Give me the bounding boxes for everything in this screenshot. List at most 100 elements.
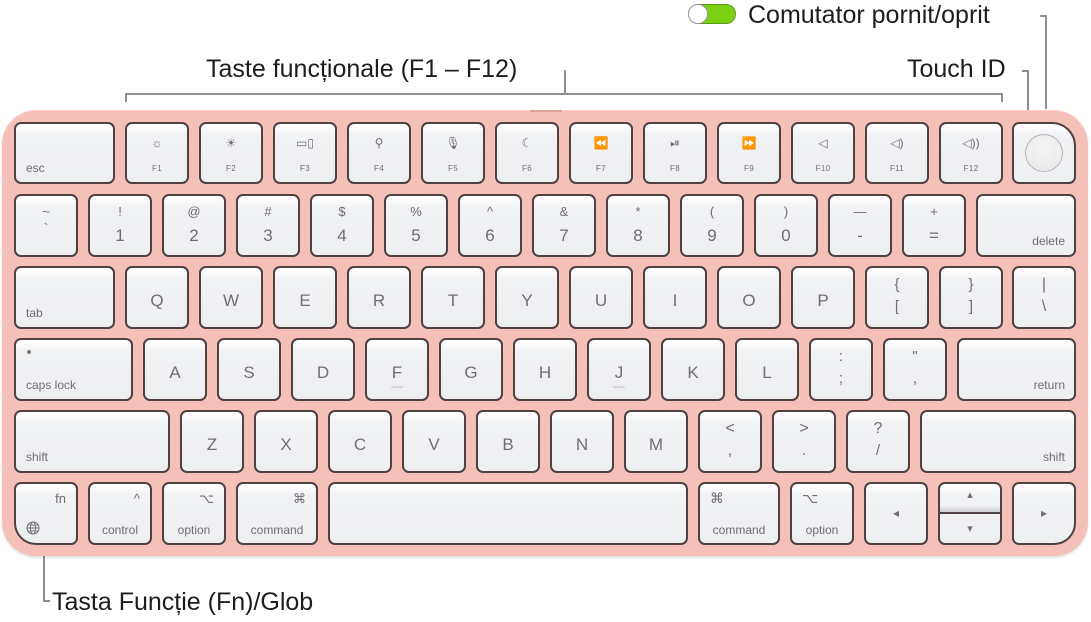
key-g[interactable]: G bbox=[439, 338, 503, 401]
key-equals[interactable]: + = bbox=[902, 194, 966, 257]
key-f5-label: F5 bbox=[448, 164, 458, 173]
arrow-up-icon[interactable]: ▴ bbox=[940, 488, 1000, 501]
key-digit-5[interactable]: % 5 bbox=[384, 194, 448, 257]
key-f8[interactable]: ⏯ F8 bbox=[643, 122, 707, 184]
key-touch-id[interactable] bbox=[1012, 122, 1076, 184]
key-shift-symbol: % bbox=[410, 204, 422, 219]
key-f5[interactable]: 🎙 F5 bbox=[421, 122, 485, 184]
key-arrow-up-down[interactable]: ▴ ▾ bbox=[938, 482, 1002, 545]
key-quote[interactable]: ", bbox=[883, 338, 947, 401]
key-digit-1[interactable]: ! 1 bbox=[88, 194, 152, 257]
key-slash[interactable]: ? / bbox=[846, 410, 910, 473]
key-m[interactable]: M bbox=[624, 410, 688, 473]
key-right-bracket[interactable]: }] bbox=[939, 266, 1003, 329]
volume-down-icon: ◁) bbox=[890, 136, 904, 150]
key-arrow-left[interactable]: ◂ bbox=[864, 482, 928, 545]
key-digit-2[interactable]: @2 bbox=[162, 194, 226, 257]
key-letter: R bbox=[372, 291, 386, 310]
key-shift-symbol: * bbox=[635, 204, 641, 219]
key-z[interactable]: Z bbox=[180, 410, 244, 473]
key-arrow-right[interactable]: ▸ bbox=[1012, 482, 1076, 545]
key-option-right[interactable]: ⌥ option bbox=[790, 482, 854, 545]
key-option-left[interactable]: ⌥ option bbox=[162, 482, 226, 545]
key-shift-left[interactable]: shift bbox=[14, 410, 170, 473]
key-return-label: return bbox=[1033, 378, 1065, 392]
key-period[interactable]: >. bbox=[772, 410, 836, 473]
key-digit-0[interactable]: ) 0 bbox=[754, 194, 818, 257]
key-control[interactable]: ^ control bbox=[88, 482, 152, 545]
key-digit-3[interactable]: #3 bbox=[236, 194, 300, 257]
arrow-down-icon[interactable]: ▾ bbox=[940, 522, 1000, 535]
key-j[interactable]: J bbox=[587, 338, 651, 401]
key-shift-right[interactable]: shift bbox=[920, 410, 1076, 473]
key-command-right[interactable]: ⌘ command bbox=[698, 482, 780, 545]
key-digit-4[interactable]: $4 bbox=[310, 194, 374, 257]
key-s[interactable]: S bbox=[217, 338, 281, 401]
key-digit-7[interactable]: & 7 bbox=[532, 194, 596, 257]
key-f1[interactable]: ☼ F1 bbox=[125, 122, 189, 184]
key-fn-globe[interactable]: fn bbox=[14, 482, 78, 545]
key-digit-6[interactable]: ^ 6 bbox=[458, 194, 522, 257]
key-comma[interactable]: <, bbox=[698, 410, 762, 473]
key-v[interactable]: V bbox=[402, 410, 466, 473]
key-l[interactable]: L bbox=[735, 338, 799, 401]
key-left-bracket[interactable]: {[ bbox=[865, 266, 929, 329]
key-f9[interactable]: ⏩ F9 bbox=[717, 122, 781, 184]
key-fn-label: fn bbox=[55, 491, 66, 506]
key-backslash[interactable]: | \ bbox=[1012, 266, 1076, 329]
key-semicolon[interactable]: :; bbox=[809, 338, 873, 401]
key-shift-symbol: $ bbox=[338, 204, 346, 219]
key-f4[interactable]: ⚲ F4 bbox=[347, 122, 411, 184]
key-f7[interactable]: ⏪ F7 bbox=[569, 122, 633, 184]
key-letter: S bbox=[243, 363, 255, 382]
key-shift-symbol: : bbox=[838, 348, 844, 365]
key-f2[interactable]: ☀ F2 bbox=[199, 122, 263, 184]
key-f7-label: F7 bbox=[596, 164, 606, 173]
key-digit-8[interactable]: * 8 bbox=[606, 194, 670, 257]
key-shift-symbol: < bbox=[725, 420, 735, 437]
key-return[interactable]: return bbox=[957, 338, 1076, 401]
key-space[interactable] bbox=[328, 482, 688, 545]
key-f3[interactable]: ▭▯ F3 bbox=[273, 122, 337, 184]
key-tab[interactable]: tab bbox=[14, 266, 115, 329]
key-n[interactable]: N bbox=[550, 410, 614, 473]
key-main-symbol: 2 bbox=[189, 226, 199, 245]
key-c[interactable]: C bbox=[328, 410, 392, 473]
key-d[interactable]: D bbox=[291, 338, 355, 401]
key-f12[interactable]: ◁)) F12 bbox=[939, 122, 1003, 184]
key-p[interactable]: P bbox=[791, 266, 855, 329]
key-i[interactable]: I bbox=[643, 266, 707, 329]
key-caps-lock[interactable]: caps lock bbox=[14, 338, 133, 401]
key-b[interactable]: B bbox=[476, 410, 540, 473]
power-switch-callout: Comutator pornit/oprit bbox=[748, 1, 990, 29]
brightness-up-icon: ☀ bbox=[225, 136, 237, 150]
key-f10[interactable]: ◁ F10 bbox=[791, 122, 855, 184]
function-keys-bracket-right bbox=[1001, 93, 1003, 102]
home-key-bump bbox=[391, 386, 403, 388]
key-f6[interactable]: ☾ F6 bbox=[495, 122, 559, 184]
key-h[interactable]: H bbox=[513, 338, 577, 401]
key-t[interactable]: T bbox=[421, 266, 485, 329]
key-delete[interactable]: delete bbox=[976, 194, 1076, 257]
key-grave-tilde[interactable]: ~ ` bbox=[14, 194, 78, 257]
key-e[interactable]: E bbox=[273, 266, 337, 329]
key-u[interactable]: U bbox=[569, 266, 633, 329]
mission-control-icon: ▭▯ bbox=[296, 136, 314, 150]
key-k[interactable]: K bbox=[661, 338, 725, 401]
key-o[interactable]: O bbox=[717, 266, 781, 329]
key-y[interactable]: Y bbox=[495, 266, 559, 329]
arrow-left-icon: ◂ bbox=[892, 506, 900, 520]
key-digit-9[interactable]: (9 bbox=[680, 194, 744, 257]
key-command-left[interactable]: ⌘ command bbox=[236, 482, 318, 545]
key-x[interactable]: X bbox=[254, 410, 318, 473]
key-w[interactable]: W bbox=[199, 266, 263, 329]
key-r[interactable]: R bbox=[347, 266, 411, 329]
key-letter: N bbox=[575, 435, 589, 454]
key-minus[interactable]: — - bbox=[828, 194, 892, 257]
key-f[interactable]: F bbox=[365, 338, 429, 401]
key-a[interactable]: A bbox=[143, 338, 207, 401]
key-letter: T bbox=[447, 291, 459, 310]
key-q[interactable]: Q bbox=[125, 266, 189, 329]
key-esc[interactable]: esc bbox=[14, 122, 115, 184]
key-f11[interactable]: ◁) F11 bbox=[865, 122, 929, 184]
